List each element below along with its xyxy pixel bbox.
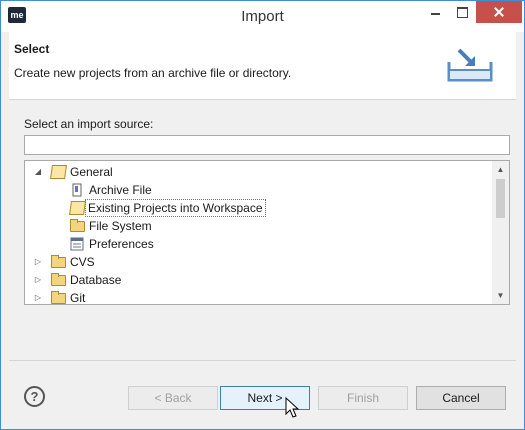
folder-icon [70,219,85,232]
button-bar: ? < Back Next > Finish Cancel [9,360,516,424]
tree-item-label: Git [70,291,86,305]
cancel-button[interactable]: Cancel [416,386,506,410]
preferences-icon [70,237,85,251]
open-folder-icon [50,165,67,179]
back-button[interactable]: < Back [128,386,218,410]
close-button[interactable] [476,1,522,23]
maximize-button[interactable] [449,1,475,23]
expanded-arrow-icon[interactable]: ◢ [33,163,43,181]
scrollbar-thumb[interactable] [496,179,505,218]
tree-item-label: General [70,165,113,179]
scroll-down-icon[interactable]: ▼ [492,287,509,304]
import-source-tree[interactable]: ◢ General Archive File Existing Projects… [24,160,510,305]
wizard-body: Select an import source: ◢ General Archi… [9,100,516,360]
tree-item-label: Preferences [89,237,154,251]
import-dialog: me Import Select Create new projects fro… [0,0,525,430]
wizard-page-description: Create new projects from an archive file… [14,66,292,80]
project-folder-icon [69,201,86,215]
import-source-filter[interactable] [24,135,510,155]
scroll-up-icon[interactable]: ▲ [492,161,509,178]
minimize-button[interactable] [422,1,448,23]
tree-item-label: File System [89,219,152,233]
wizard-page-title: Select [14,42,50,56]
mouse-cursor-icon [285,397,300,418]
tree-item-label: CVS [70,255,95,269]
import-source-label: Select an import source: [24,117,154,131]
folder-icon [51,291,66,304]
tree-item-label: Database [70,273,122,287]
folder-icon [51,255,66,268]
tree-item-label: Archive File [89,183,152,197]
title-bar[interactable]: me Import [1,1,524,32]
finish-button[interactable]: Finish [318,386,408,410]
folder-icon [51,273,66,286]
collapsed-arrow-icon[interactable]: ▷ [33,271,43,289]
wizard-header: Select Create new projects from an archi… [9,32,516,100]
import-tray-icon [447,48,493,82]
collapsed-arrow-icon[interactable]: ▷ [33,289,43,304]
archive-file-icon [70,183,85,197]
tree-item-label: Existing Projects into Workspace [85,199,266,217]
help-icon[interactable]: ? [24,386,45,407]
tree-scrollbar[interactable]: ▲ ▼ [492,161,509,304]
collapsed-arrow-icon[interactable]: ▷ [33,253,43,271]
